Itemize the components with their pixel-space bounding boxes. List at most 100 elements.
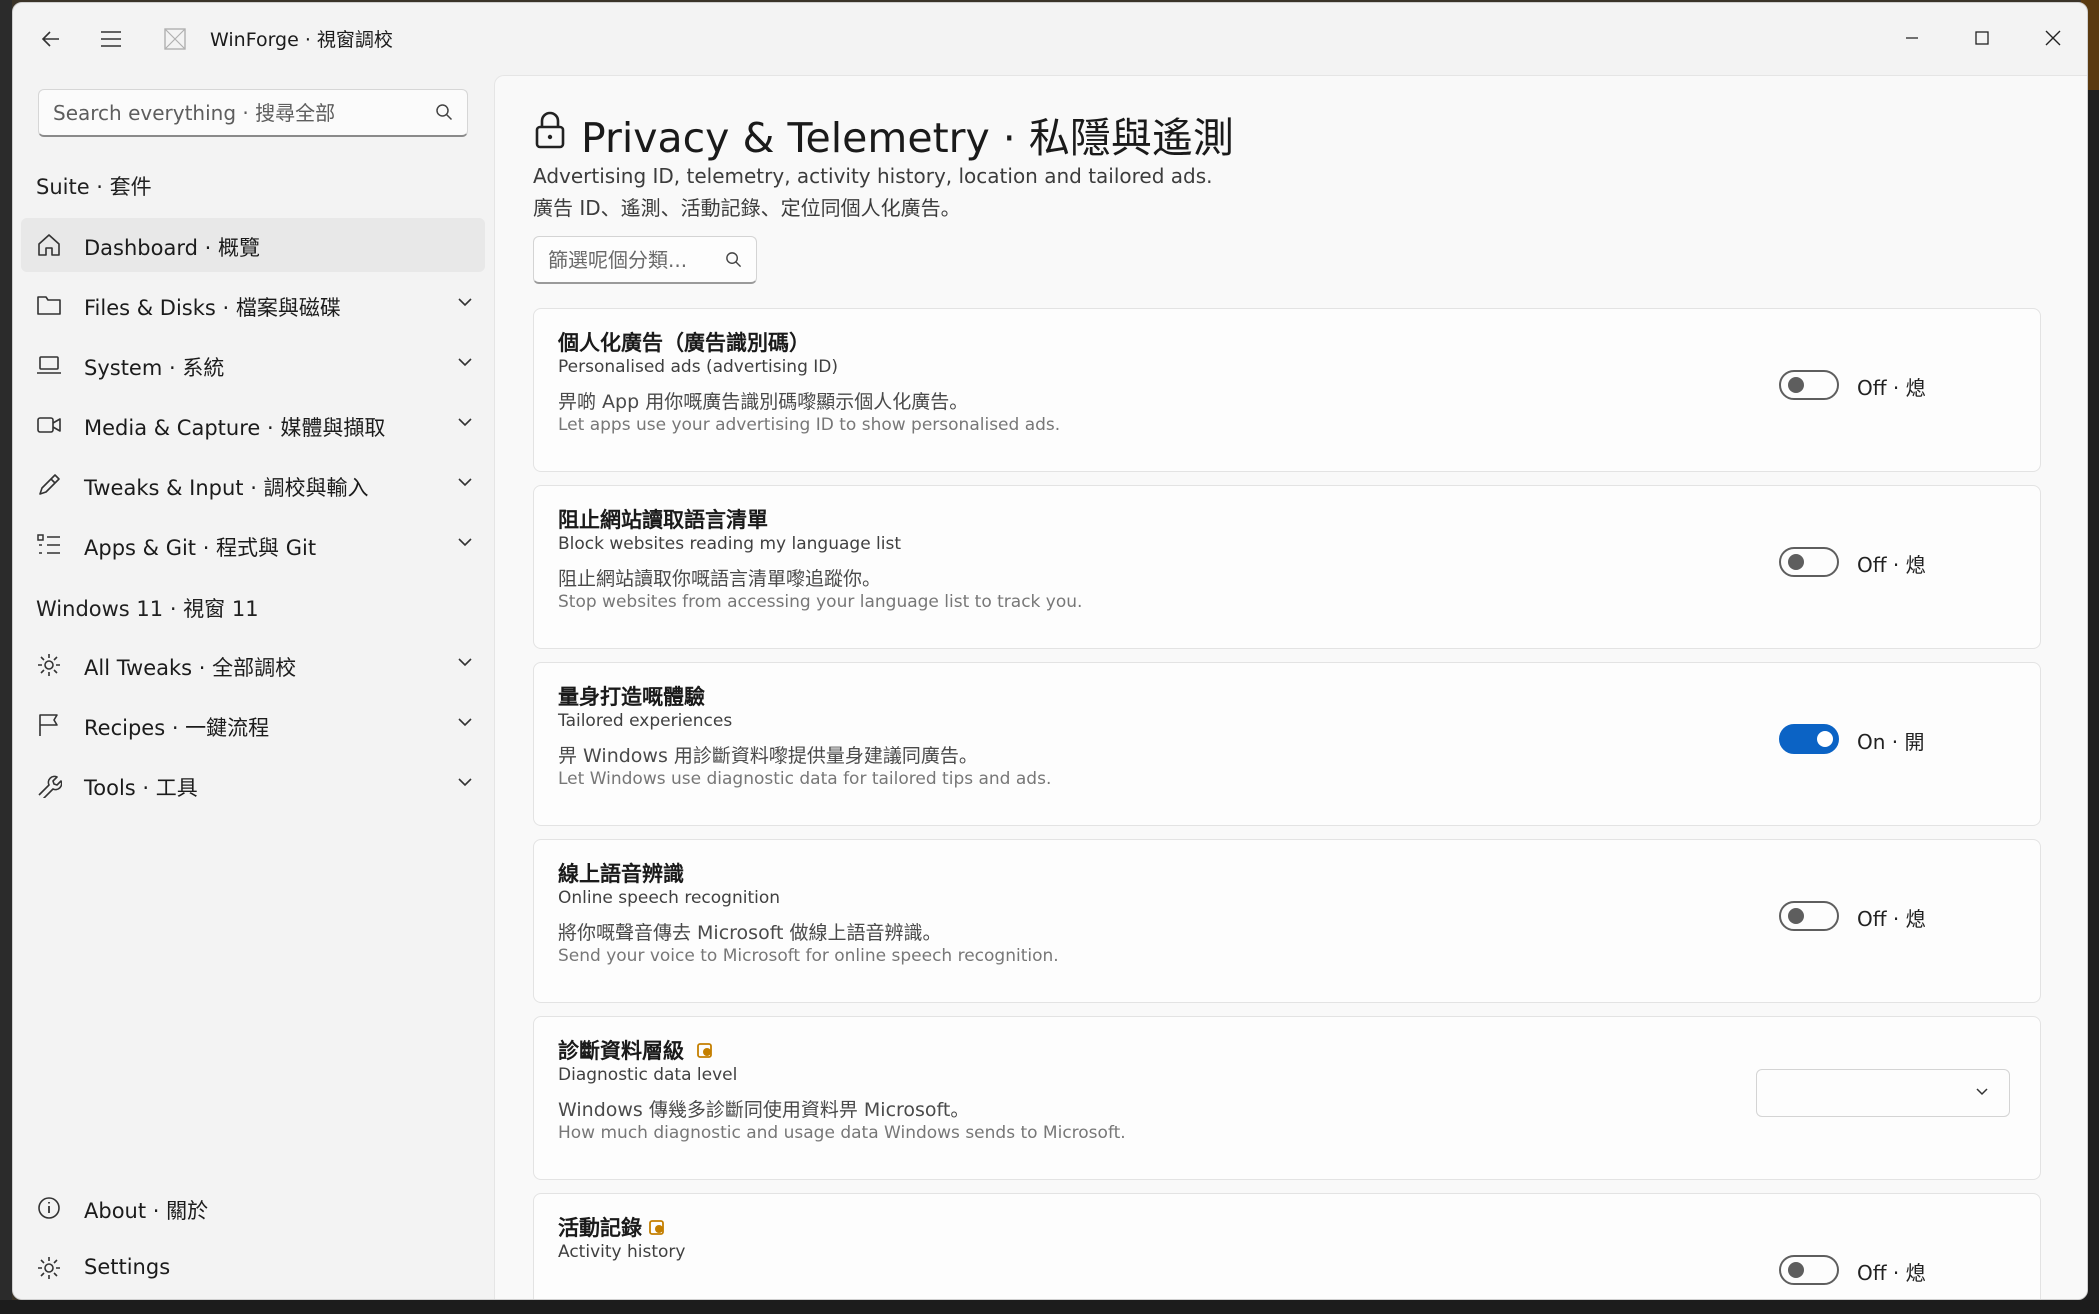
category-filter[interactable] (533, 236, 757, 284)
setting-subtitle: Activity history (558, 1242, 686, 1262)
page-description-en: Advertising ID, telemetry, activity hist… (533, 164, 1213, 188)
toggle-knob (1817, 731, 1833, 747)
chevron-down-icon[interactable] (457, 356, 473, 368)
chevron-down-icon[interactable] (457, 416, 473, 428)
search-icon[interactable] (435, 103, 453, 121)
sidebar-item-tweaks-input[interactable]: Tweaks & Input · 調校與輸入 (21, 458, 485, 512)
setting-card-online-speech: 線上語音辨識 Online speech recognition 將你嘅聲音傳去… (533, 839, 2041, 1003)
setting-description-en: Stop websites from accessing your langua… (558, 592, 1083, 612)
desktop-background (0, 0, 12, 1314)
pen-icon (39, 474, 60, 495)
setting-title: 阻止網站讀取語言清單 (558, 508, 768, 532)
toggle-switch[interactable] (1779, 901, 1839, 931)
app-window: WinForge · 視窗調校 Suite · 套件 Dashboard · 概… (12, 2, 2088, 1300)
back-button[interactable] (31, 19, 71, 59)
nav-group-windows11: Windows 11 · 視窗 11 (36, 597, 259, 621)
chevron-down-icon[interactable] (457, 536, 473, 548)
search-icon[interactable] (725, 251, 742, 268)
setting-title: 診斷資料層級 (558, 1039, 684, 1063)
setting-subtitle: Online speech recognition (558, 888, 781, 908)
info-icon (38, 1197, 60, 1219)
sidebar-item-files-disks[interactable]: Files & Disks · 檔案與磁碟 (21, 278, 485, 332)
close-button[interactable] (2023, 17, 2083, 59)
sidebar-item-media-capture[interactable]: Media & Capture · 媒體與擷取 (21, 398, 485, 452)
toggle-switch[interactable] (1779, 1255, 1839, 1285)
admin-shield-icon (697, 1043, 712, 1058)
minimize-button[interactable] (1882, 17, 1942, 59)
flag-icon (39, 714, 58, 736)
maximize-button[interactable] (1952, 17, 2012, 59)
toggle-state-label: Off · 熄 (1857, 376, 1926, 400)
chevron-down-icon[interactable] (457, 716, 473, 728)
hamburger-menu-button[interactable] (91, 19, 131, 59)
sidebar-item-all-tweaks[interactable]: All Tweaks · 全部調校 (21, 638, 485, 692)
setting-title: 線上語音辨識 (558, 862, 684, 886)
chevron-down-icon[interactable] (457, 656, 473, 668)
toggle-switch[interactable] (1779, 547, 1839, 577)
toggle-state-label: Off · 熄 (1857, 1261, 1926, 1285)
chevron-down-icon[interactable] (457, 476, 473, 488)
window-title: WinForge · 視窗調校 (210, 29, 393, 51)
back-arrow-icon (41, 31, 59, 47)
setting-title: 活動記錄 (558, 1216, 642, 1240)
setting-description-zh: 阻止網站讀取你嘅語言清單嚟追蹤你。 (558, 568, 882, 590)
chevron-down-icon[interactable] (457, 296, 473, 308)
setting-subtitle: Diagnostic data level (558, 1065, 738, 1085)
filter-input[interactable] (548, 247, 708, 273)
sidebar-item-tools[interactable]: Tools · 工具 (21, 758, 485, 812)
sidebar-item-label: Apps & Git · 程式與 Git (84, 536, 317, 560)
laptop-icon (37, 356, 61, 374)
sidebar-item-label: About · 關於 (84, 1199, 209, 1223)
diagnostic-level-dropdown[interactable] (1756, 1069, 2010, 1117)
toggle-knob (1788, 1262, 1804, 1278)
folder-icon (37, 296, 61, 315)
sidebar-item-recipes[interactable]: Recipes · 一鍵流程 (21, 698, 485, 752)
search-input[interactable] (53, 99, 413, 127)
nav-group-suite: Suite · 套件 (36, 175, 152, 199)
wrench-icon (38, 775, 62, 798)
maximize-icon (1975, 31, 1989, 45)
toggle-switch[interactable] (1779, 724, 1839, 754)
title-bar: WinForge · 視窗調校 (13, 3, 2087, 75)
list-icon (37, 534, 60, 554)
setting-description-en: Let apps use your advertising ID to show… (558, 415, 1061, 435)
setting-subtitle: Personalised ads (advertising ID) (558, 357, 838, 377)
chevron-down-icon[interactable] (457, 776, 473, 788)
sidebar-item-label: Dashboard · 概覽 (84, 236, 260, 260)
toggle-state-label: On · 開 (1857, 730, 1925, 754)
setting-description-zh: 畀啲 App 用你嘅廣告識別碼嚟顯示個人化廣告。 (558, 391, 969, 413)
sidebar-item-label: Recipes · 一鍵流程 (84, 716, 270, 740)
toggle-knob (1788, 908, 1804, 924)
gear-icon (38, 1257, 60, 1279)
sidebar-item-label: Tools · 工具 (84, 776, 198, 800)
sidebar-item-label: Tweaks & Input · 調校與輸入 (84, 476, 369, 500)
sidebar-item-apps-git[interactable]: Apps & Git · 程式與 Git (21, 518, 485, 572)
setting-description-zh: 將你嘅聲音傳去 Microsoft 做線上語音辨識。 (558, 922, 942, 944)
setting-title: 量身打造嘅體驗 (558, 685, 705, 709)
setting-subtitle: Block websites reading my language list (558, 534, 902, 554)
sidebar-item-label: Files & Disks · 檔案與磁碟 (84, 296, 341, 320)
toggle-knob (1788, 377, 1804, 393)
sidebar-item-label: System · 系統 (84, 356, 225, 380)
sidebar-item-label: Settings (84, 1255, 171, 1279)
toggle-switch[interactable] (1779, 370, 1839, 400)
setting-description-en: Let Windows use diagnostic data for tail… (558, 769, 1052, 789)
hamburger-icon (101, 31, 121, 47)
admin-shield-icon (649, 1220, 664, 1235)
setting-description-zh: 畀 Windows 用診斷資料嚟提供量身建議同廣告。 (558, 745, 978, 767)
sidebar-search[interactable] (38, 89, 468, 137)
page-description-zh: 廣告 ID、遙測、活動記錄、定位同個人化廣告。 (533, 196, 961, 220)
minimize-icon (1906, 37, 1918, 39)
sidebar-item-system[interactable]: System · 系統 (21, 338, 485, 392)
setting-description-en: Send your voice to Microsoft for online … (558, 946, 1059, 966)
sidebar-item-settings[interactable]: Settings (21, 1241, 485, 1295)
setting-card-block-language-list: 阻止網站讀取語言清單 Block websites reading my lan… (533, 485, 2041, 649)
setting-description-zh: Windows 傳幾多診斷同使用資料畀 Microsoft。 (558, 1099, 970, 1121)
close-icon (2045, 30, 2061, 46)
sidebar-item-about[interactable]: About · 關於 (21, 1181, 485, 1235)
sidebar-item-dashboard[interactable]: Dashboard · 概覽 (21, 218, 485, 272)
sidebar: Suite · 套件 Dashboard · 概覽 Files & Disks … (13, 75, 493, 1299)
content-pane: Privacy & Telemetry · 私隱與遙測 Advertising … (494, 75, 2087, 1299)
setting-title: 個人化廣告（廣告識別碼） (558, 331, 810, 355)
toggle-state-label: Off · 熄 (1857, 553, 1926, 577)
